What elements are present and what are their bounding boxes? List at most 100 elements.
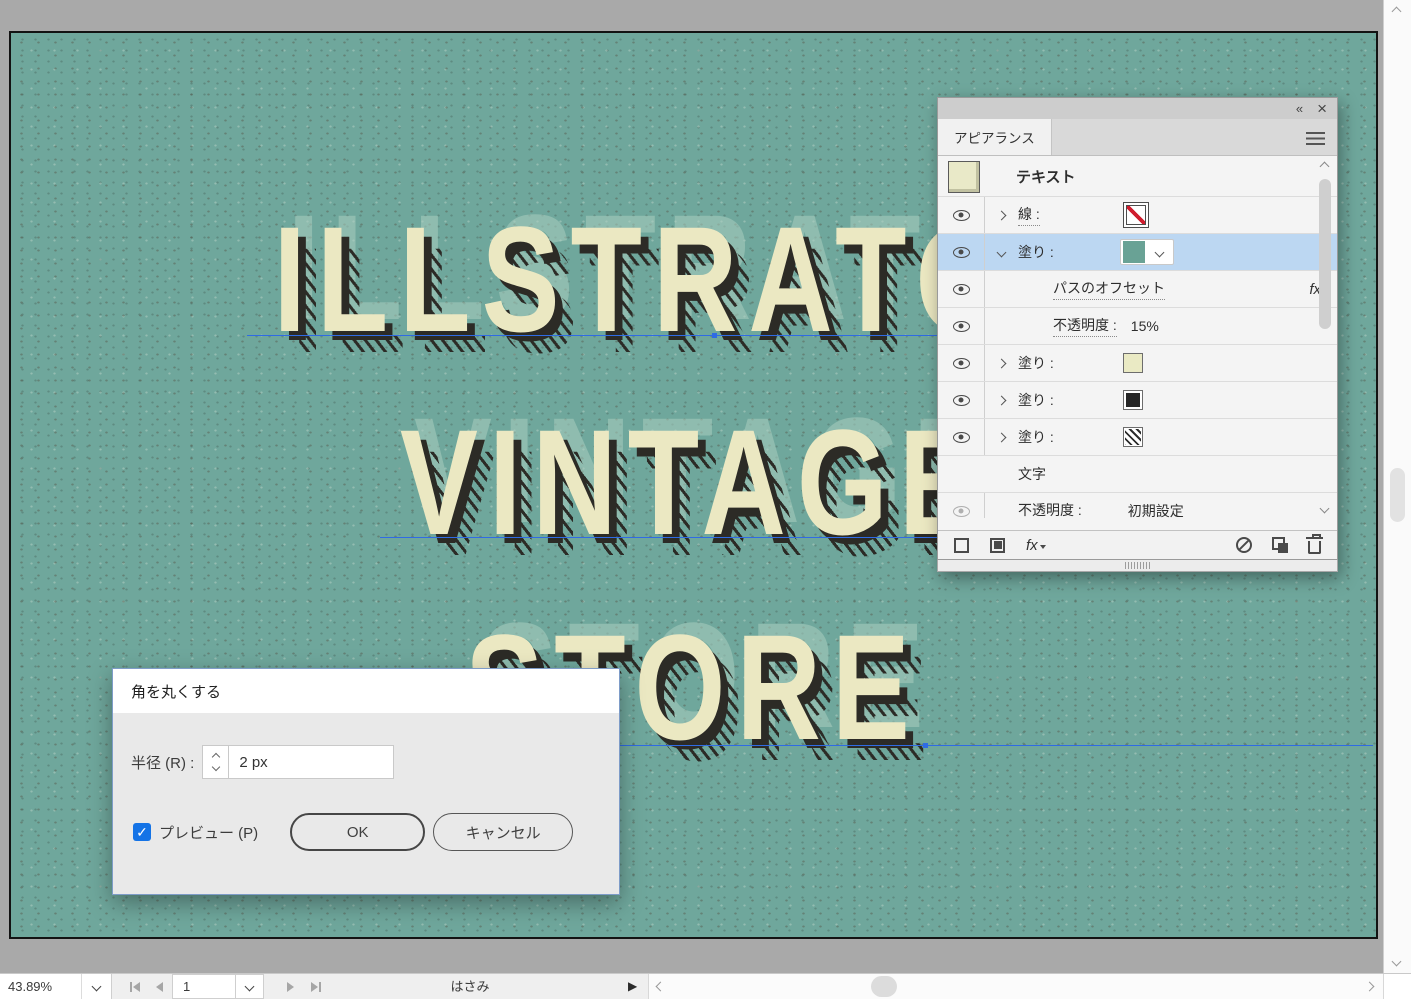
vertical-scrollbar-thumb[interactable] xyxy=(1390,468,1405,522)
cancel-button[interactable]: キャンセル xyxy=(433,813,573,851)
add-new-stroke-icon[interactable] xyxy=(954,538,969,553)
eye-icon xyxy=(953,395,970,406)
preview-checkbox[interactable]: ✓ xyxy=(133,823,151,841)
appearance-row-stroke[interactable]: 線 : xyxy=(938,197,1337,234)
eye-icon xyxy=(953,506,970,517)
triangle-left-icon xyxy=(133,982,140,992)
panel-menu-icon[interactable] xyxy=(1306,132,1325,145)
scroll-up-icon[interactable] xyxy=(1320,162,1330,172)
stroke-label[interactable]: 線 : xyxy=(1018,204,1040,226)
anchor-point[interactable] xyxy=(923,743,928,748)
next-artboard-button[interactable] xyxy=(278,974,303,999)
appearance-footer-toolbar: fx xyxy=(938,530,1337,559)
current-tool-status[interactable]: はさみ xyxy=(390,974,550,999)
dialog-title: 角を丸くする xyxy=(131,681,221,702)
fill-label[interactable]: 塗り : xyxy=(1018,353,1054,373)
appearance-row-characters[interactable]: 文字 xyxy=(938,456,1337,493)
panel-tabbar: アピアランス xyxy=(938,119,1337,156)
opacity-link[interactable]: 不透明度 : xyxy=(1053,315,1117,337)
resize-grip-icon xyxy=(1125,562,1151,569)
characters-label[interactable]: 文字 xyxy=(1018,464,1046,484)
appearance-row-fill-selected[interactable]: 塗り : xyxy=(938,234,1337,271)
visibility-toggle[interactable] xyxy=(938,493,985,518)
tab-appearance-label: アピアランス xyxy=(954,127,1035,147)
stroke-none-swatch[interactable] xyxy=(1123,202,1149,228)
zoom-level-value: 43.89% xyxy=(8,979,52,994)
fill-label[interactable]: 塗り : xyxy=(1018,242,1054,262)
scroll-down-icon[interactable] xyxy=(1320,504,1330,514)
radius-label: 半径 (R) : xyxy=(131,752,194,773)
visibility-toggle[interactable] xyxy=(938,382,985,418)
opacity-link[interactable]: 不透明度 : xyxy=(1018,500,1082,518)
zoom-dropdown-button[interactable] xyxy=(82,974,112,999)
delete-item-icon[interactable] xyxy=(1308,541,1321,554)
dialog-titlebar[interactable]: 角を丸くする xyxy=(113,669,619,713)
artboard-number-value: 1 xyxy=(183,979,190,994)
appearance-row-fill-cream[interactable]: 塗り : xyxy=(938,345,1337,382)
appearance-row-fill-black[interactable]: 塗り : xyxy=(938,382,1337,419)
chevron-down-icon[interactable] xyxy=(997,247,1007,257)
collapse-panel-icon[interactable]: « xyxy=(1296,102,1301,115)
last-artboard-button[interactable] xyxy=(303,974,328,999)
add-new-fill-icon[interactable] xyxy=(990,538,1005,553)
scroll-left-icon[interactable] xyxy=(656,982,666,992)
status-bar: 43.89% 1 はさみ ▶ xyxy=(0,973,1411,999)
radius-stepper[interactable] xyxy=(202,745,228,779)
zoom-level-field[interactable]: 43.89% xyxy=(0,974,82,999)
cream-fill-swatch[interactable] xyxy=(1123,353,1143,373)
target-label: テキスト xyxy=(1016,166,1076,187)
ok-button[interactable]: OK xyxy=(290,813,425,851)
horizontal-scrollbar-thumb[interactable] xyxy=(871,976,897,997)
appearance-row-offset-path[interactable]: パスのオフセット fx xyxy=(938,271,1337,308)
scroll-down-icon[interactable] xyxy=(1392,957,1402,967)
fill-label[interactable]: 塗り : xyxy=(1018,427,1054,447)
visibility-toggle[interactable] xyxy=(938,271,985,307)
chevron-right-icon[interactable] xyxy=(997,432,1007,442)
panel-resize-handle[interactable] xyxy=(937,560,1338,572)
fill-label[interactable]: 塗り : xyxy=(1018,390,1054,410)
visibility-toggle[interactable] xyxy=(938,419,985,455)
preview-label[interactable]: プレビュー (P) xyxy=(159,822,258,843)
artboard-number-field[interactable]: 1 xyxy=(172,974,236,999)
stepper-down-icon[interactable] xyxy=(212,763,220,771)
chevron-right-icon[interactable] xyxy=(997,210,1007,220)
radius-input[interactable] xyxy=(228,745,394,779)
pattern-fill-swatch[interactable] xyxy=(1123,427,1143,447)
swatch-dropdown[interactable] xyxy=(1145,249,1173,256)
artboard-dropdown-button[interactable] xyxy=(236,974,264,999)
visibility-toggle[interactable] xyxy=(938,345,985,381)
opacity-default-value: 初期設定 xyxy=(1128,501,1184,518)
visibility-toggle[interactable] xyxy=(938,197,985,233)
black-fill-swatch[interactable] xyxy=(1123,390,1143,410)
scroll-right-icon[interactable] xyxy=(1365,982,1375,992)
stepper-up-icon[interactable] xyxy=(212,753,220,761)
clear-appearance-icon[interactable] xyxy=(1236,537,1252,553)
appearance-row-fill-pattern[interactable]: 塗り : xyxy=(938,419,1337,456)
teal-fill-swatch[interactable] xyxy=(1123,241,1145,263)
last-bar-icon xyxy=(319,982,321,992)
scroll-up-icon[interactable] xyxy=(1392,7,1402,17)
appearance-panel: « × アピアランス テキスト 線 : xyxy=(937,97,1338,572)
none-diagonal-icon xyxy=(1126,205,1146,225)
previous-artboard-button[interactable] xyxy=(147,974,172,999)
anchor-point[interactable] xyxy=(712,333,717,338)
vertical-scrollbar[interactable] xyxy=(1383,0,1411,973)
tab-appearance[interactable]: アピアランス xyxy=(938,119,1052,155)
chevron-right-icon[interactable] xyxy=(997,395,1007,405)
duplicate-item-icon[interactable] xyxy=(1272,537,1288,553)
fill-color-picker[interactable] xyxy=(1120,239,1174,265)
first-artboard-button[interactable] xyxy=(122,974,147,999)
offset-path-effect-link[interactable]: パスのオフセット xyxy=(1053,278,1165,300)
visibility-toggle[interactable] xyxy=(938,308,985,344)
panel-scrollbar[interactable] xyxy=(1318,161,1333,514)
add-new-effect-button[interactable]: fx xyxy=(1026,537,1046,554)
horizontal-scrollbar[interactable] xyxy=(648,974,1383,999)
status-expand-icon[interactable]: ▶ xyxy=(628,974,646,999)
visibility-toggle[interactable] xyxy=(938,234,985,270)
chevron-right-icon[interactable] xyxy=(997,358,1007,368)
appearance-row-opacity-default[interactable]: 不透明度 : 初期設定 xyxy=(938,493,1337,518)
dropdown-triangle-icon xyxy=(1040,545,1046,552)
close-panel-icon[interactable]: × xyxy=(1317,100,1327,117)
appearance-row-opacity-15[interactable]: 不透明度 : 15% xyxy=(938,308,1337,345)
panel-scrollbar-thumb[interactable] xyxy=(1319,179,1331,329)
